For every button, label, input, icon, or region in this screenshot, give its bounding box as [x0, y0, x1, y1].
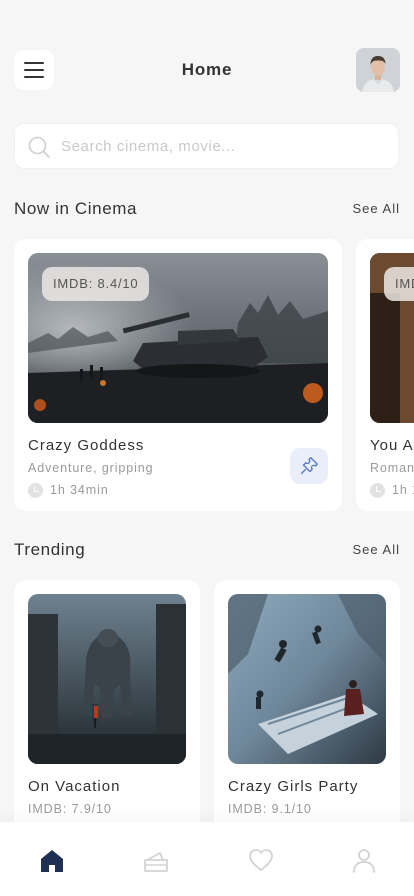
home-screen: Home Now in Cinema See All [0, 0, 414, 896]
movie-poster: IMD [370, 253, 414, 423]
movie-genre: Roman [370, 461, 414, 475]
nav-favorites[interactable] [247, 846, 275, 874]
imdb-rating-badge: IMD [384, 267, 414, 301]
ticket-icon [144, 852, 168, 872]
duration-text: 1h 1 [392, 483, 414, 497]
movie-title[interactable]: On Vacation [28, 778, 120, 795]
trending-card[interactable]: Crazy Girls Party IMDB: 9.1/10 [214, 580, 400, 840]
cinema-carousel[interactable]: IMDB: 8.4/10 Crazy Goddess Adventure, gr… [14, 239, 414, 511]
imdb-rating: IMDB: 9.1/10 [228, 802, 312, 816]
buy-ticket-button[interactable] [290, 448, 328, 484]
movie-poster [228, 594, 386, 764]
movie-card[interactable]: IMD You A Roman 1h 1 [356, 239, 414, 511]
trending-card[interactable]: On Vacation IMDB: 7.9/10 [14, 580, 200, 840]
movie-poster: IMDB: 8.4/10 [28, 253, 328, 423]
clock-icon [370, 483, 385, 498]
bottom-navigation [0, 822, 414, 896]
section-title-trending: Trending [14, 540, 86, 559]
heart-icon [249, 849, 273, 871]
search-icon [28, 136, 50, 158]
movie-poster [28, 594, 186, 764]
user-avatar[interactable] [356, 48, 400, 92]
duration-text: 1h 34min [50, 483, 109, 497]
movie-title[interactable]: Crazy Girls Party [228, 778, 358, 795]
profile-icon [353, 849, 375, 873]
ticket-icon [300, 457, 318, 475]
movie-card[interactable]: IMDB: 8.4/10 Crazy Goddess Adventure, gr… [14, 239, 342, 511]
nav-tickets[interactable] [142, 846, 170, 874]
avatar-image [356, 48, 400, 92]
now-in-cinema-header: Now in Cinema See All [14, 199, 400, 221]
movie-title[interactable]: You A [370, 437, 414, 454]
trending-header: Trending See All [14, 540, 400, 562]
nav-home[interactable] [38, 846, 66, 874]
header: Home [14, 48, 400, 92]
movie-genre: Adventure, gripping [28, 461, 154, 475]
home-icon [41, 850, 63, 872]
page-title: Home [181, 60, 233, 79]
see-all-cinema-link[interactable]: See All [353, 201, 400, 216]
search-bar [14, 123, 399, 169]
falling-people-image [228, 594, 386, 764]
see-all-trending-link[interactable]: See All [353, 542, 400, 557]
search-input[interactable] [61, 124, 381, 168]
imdb-rating: IMDB: 7.9/10 [28, 802, 112, 816]
giant-creature-image [28, 594, 186, 764]
section-title-now-in-cinema: Now in Cinema [14, 199, 138, 218]
movie-title[interactable]: Crazy Goddess [28, 437, 144, 454]
imdb-rating-badge: IMDB: 8.4/10 [42, 267, 150, 301]
nav-profile[interactable] [350, 846, 378, 874]
clock-icon [28, 483, 43, 498]
